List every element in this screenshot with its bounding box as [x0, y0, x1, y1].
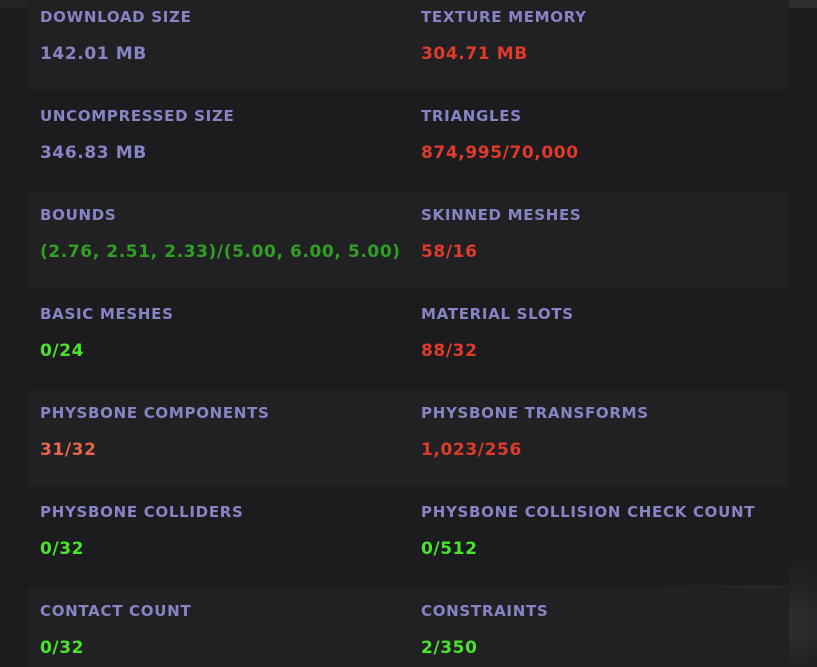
- stat-label: PHYSBONE COLLISION CHECK COUNT: [421, 503, 756, 521]
- stat-label: BOUNDS: [40, 206, 117, 224]
- stat-label: DOWNLOAD SIZE: [40, 8, 192, 26]
- stat-label: BASIC MESHES: [40, 305, 174, 323]
- stat-physbone-transforms: PHYSBONE TRANSFORMS 1,023/256: [421, 390, 781, 486]
- stats-row: CONTACT COUNT 0/32 CONSTRAINTS 2/350: [28, 588, 789, 667]
- stat-texture-memory: TEXTURE MEMORY 304.71 MB: [421, 0, 781, 90]
- stat-label: TRIANGLES: [421, 107, 522, 125]
- stat-value: 874,995/70,000: [421, 143, 579, 163]
- stat-physbone-components: PHYSBONE COMPONENTS 31/32: [40, 390, 405, 486]
- stat-label: TEXTURE MEMORY: [421, 8, 587, 26]
- stat-label: CONSTRAINTS: [421, 602, 549, 620]
- stat-value: 142.01 MB: [40, 44, 147, 64]
- stat-label: CONTACT COUNT: [40, 602, 192, 620]
- stats-row: DOWNLOAD SIZE 142.01 MB TEXTURE MEMORY 3…: [28, 0, 789, 90]
- stat-value: 304.71 MB: [421, 44, 528, 64]
- stat-physbone-colliders: PHYSBONE COLLIDERS 0/32: [40, 489, 405, 585]
- performance-stats-panel: DOWNLOAD SIZE 142.01 MB TEXTURE MEMORY 3…: [28, 0, 789, 667]
- stat-value: (2.76, 2.51, 2.33)/(5.00, 6.00, 5.00): [40, 242, 401, 262]
- stat-uncompressed-size: UNCOMPRESSED SIZE 346.83 MB: [40, 93, 405, 189]
- stat-value: 88/32: [421, 341, 478, 361]
- stat-value: 0/24: [40, 341, 85, 361]
- stat-value: 0/32: [40, 539, 85, 559]
- stat-bounds: BOUNDS (2.76, 2.51, 2.33)/(5.00, 6.00, 5…: [40, 192, 405, 288]
- stat-basic-meshes: BASIC MESHES 0/24: [40, 291, 405, 387]
- stats-row: PHYSBONE COLLIDERS 0/32 PHYSBONE COLLISI…: [28, 489, 789, 585]
- stat-value: 2/350: [421, 638, 478, 658]
- stat-skinned-meshes: SKINNED MESHES 58/16: [421, 192, 781, 288]
- stat-label: PHYSBONE COMPONENTS: [40, 404, 270, 422]
- stat-value: 58/16: [421, 242, 478, 262]
- stats-row: PHYSBONE COMPONENTS 31/32 PHYSBONE TRANS…: [28, 390, 789, 486]
- stat-constraints: CONSTRAINTS 2/350: [421, 588, 781, 667]
- stat-material-slots: MATERIAL SLOTS 88/32: [421, 291, 781, 387]
- stat-value: 31/32: [40, 440, 97, 460]
- stat-label: PHYSBONE COLLIDERS: [40, 503, 244, 521]
- stats-row: UNCOMPRESSED SIZE 346.83 MB TRIANGLES 87…: [28, 93, 789, 189]
- stat-value: 0/512: [421, 539, 478, 559]
- stat-value: 0/32: [40, 638, 85, 658]
- stats-row: BOUNDS (2.76, 2.51, 2.33)/(5.00, 6.00, 5…: [28, 192, 789, 288]
- stat-label: UNCOMPRESSED SIZE: [40, 107, 235, 125]
- stat-value: 1,023/256: [421, 440, 522, 460]
- stat-physbone-collision-check-count: PHYSBONE COLLISION CHECK COUNT 0/512: [421, 489, 781, 585]
- stat-label: MATERIAL SLOTS: [421, 305, 574, 323]
- stat-contact-count: CONTACT COUNT 0/32: [40, 588, 405, 667]
- stat-download-size: DOWNLOAD SIZE 142.01 MB: [40, 0, 405, 90]
- stats-row: BASIC MESHES 0/24 MATERIAL SLOTS 88/32: [28, 291, 789, 387]
- stat-label: PHYSBONE TRANSFORMS: [421, 404, 649, 422]
- stat-value: 346.83 MB: [40, 143, 147, 163]
- stat-label: SKINNED MESHES: [421, 206, 582, 224]
- stat-triangles: TRIANGLES 874,995/70,000: [421, 93, 781, 189]
